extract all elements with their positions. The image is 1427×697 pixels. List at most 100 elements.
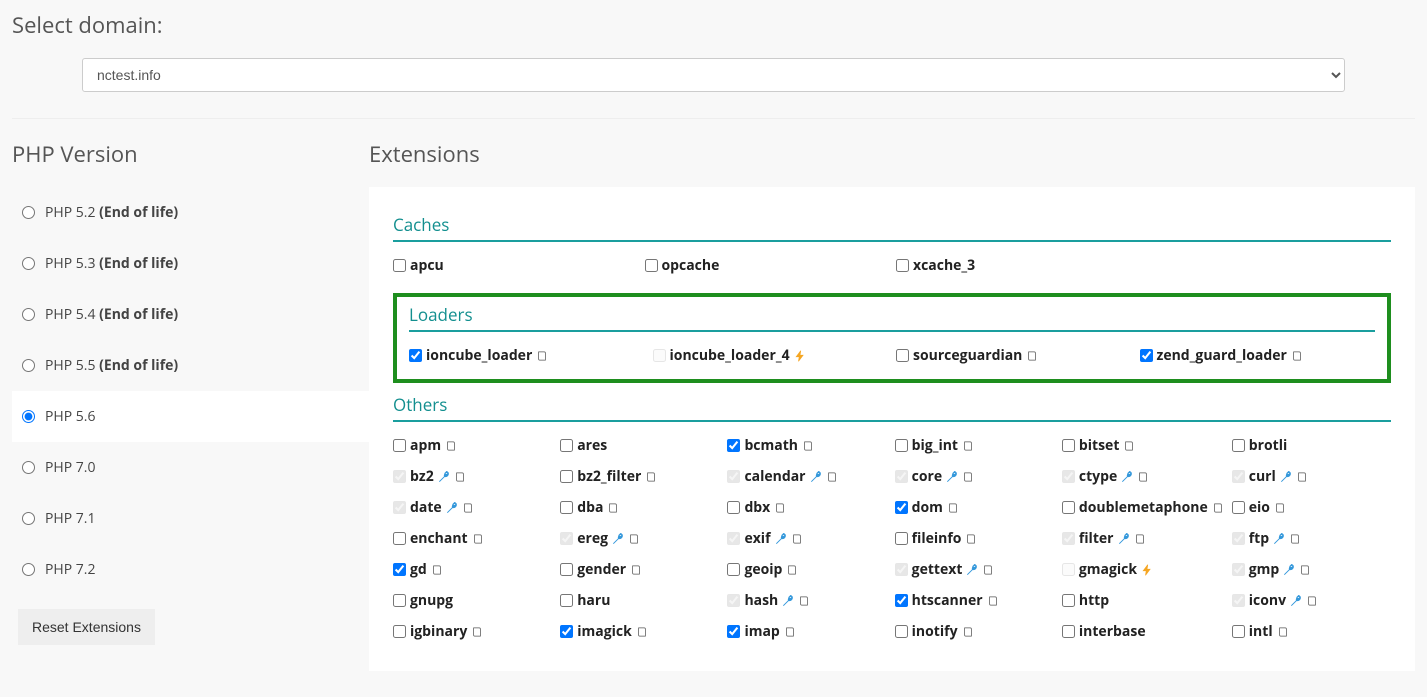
extension-checkbox[interactable] xyxy=(560,563,573,576)
extension-checkbox[interactable] xyxy=(896,259,909,272)
extension-item[interactable]: hash xyxy=(727,591,886,610)
book-icon[interactable] xyxy=(431,564,443,576)
extension-item[interactable]: inotify xyxy=(895,622,1054,641)
book-icon[interactable] xyxy=(471,626,483,638)
book-icon[interactable] xyxy=(630,564,642,576)
book-icon[interactable] xyxy=(454,471,466,483)
extension-checkbox[interactable] xyxy=(393,532,406,545)
book-icon[interactable] xyxy=(462,502,474,514)
extension-item[interactable]: enchant xyxy=(393,529,552,548)
book-icon[interactable] xyxy=(962,471,974,483)
wrench-icon[interactable] xyxy=(782,595,794,607)
book-icon[interactable] xyxy=(1134,533,1146,545)
extension-checkbox[interactable] xyxy=(895,501,908,514)
wrench-icon[interactable] xyxy=(1283,564,1295,576)
extension-checkbox[interactable] xyxy=(1140,349,1153,362)
extension-checkbox[interactable] xyxy=(393,563,406,576)
book-icon[interactable] xyxy=(1026,350,1038,362)
extension-checkbox[interactable] xyxy=(393,625,406,638)
wrench-icon[interactable] xyxy=(1290,595,1302,607)
book-icon[interactable] xyxy=(636,626,648,638)
php-version-radio[interactable] xyxy=(22,359,35,372)
php-version-option[interactable]: PHP 7.1 xyxy=(12,493,369,544)
extension-item[interactable]: big_int xyxy=(895,436,1054,455)
extension-item[interactable]: doublemetaphone xyxy=(1062,498,1224,517)
extension-item[interactable]: brotli xyxy=(1232,436,1391,455)
wrench-icon[interactable] xyxy=(1280,471,1292,483)
wrench-icon[interactable] xyxy=(810,471,822,483)
php-version-radio[interactable] xyxy=(22,563,35,576)
book-icon[interactable] xyxy=(962,626,974,638)
wrench-icon[interactable] xyxy=(775,533,787,545)
extension-item[interactable]: zend_guard_loader xyxy=(1140,346,1376,365)
extension-item[interactable]: dbx xyxy=(727,498,886,517)
extension-item[interactable]: gmagick xyxy=(1062,560,1224,579)
extension-item[interactable]: filter xyxy=(1062,529,1224,548)
extension-item[interactable]: haru xyxy=(560,591,719,610)
reset-extensions-button[interactable]: Reset Extensions xyxy=(18,609,155,645)
extension-item[interactable]: dom xyxy=(895,498,1054,517)
php-version-radio[interactable] xyxy=(22,206,35,219)
extension-item[interactable]: gettext xyxy=(895,560,1054,579)
wrench-icon[interactable] xyxy=(438,471,450,483)
php-version-option[interactable]: PHP 5.2 (End of life) xyxy=(12,187,369,238)
extension-checkbox[interactable] xyxy=(727,563,740,576)
extension-item[interactable]: fileinfo xyxy=(895,529,1054,548)
extension-checkbox[interactable] xyxy=(895,625,908,638)
extension-item[interactable]: http xyxy=(1062,591,1224,610)
extension-checkbox[interactable] xyxy=(560,594,573,607)
book-icon[interactable] xyxy=(802,440,814,452)
wrench-icon[interactable] xyxy=(612,533,624,545)
extension-checkbox[interactable] xyxy=(1062,594,1075,607)
book-icon[interactable] xyxy=(786,564,798,576)
book-icon[interactable] xyxy=(628,533,640,545)
extension-item[interactable]: opcache xyxy=(645,256,889,275)
book-icon[interactable] xyxy=(445,440,457,452)
extension-item[interactable]: iconv xyxy=(1232,591,1391,610)
extension-item[interactable]: igbinary xyxy=(393,622,552,641)
book-icon[interactable] xyxy=(947,502,959,514)
book-icon[interactable] xyxy=(607,502,619,514)
book-icon[interactable] xyxy=(987,595,999,607)
php-version-option[interactable]: PHP 7.0 xyxy=(12,442,369,493)
extension-item[interactable]: gnupg xyxy=(393,591,552,610)
extension-item[interactable]: geoip xyxy=(727,560,886,579)
extension-checkbox[interactable] xyxy=(393,259,406,272)
wrench-icon[interactable] xyxy=(946,471,958,483)
extension-item[interactable]: ares xyxy=(560,436,719,455)
book-icon[interactable] xyxy=(1123,440,1135,452)
php-version-radio[interactable] xyxy=(22,461,35,474)
extension-item[interactable]: ioncube_loader xyxy=(409,346,645,365)
book-icon[interactable] xyxy=(962,440,974,452)
book-icon[interactable] xyxy=(472,533,484,545)
extension-checkbox[interactable] xyxy=(393,439,406,452)
extension-checkbox[interactable] xyxy=(1062,625,1075,638)
php-version-radio[interactable] xyxy=(22,512,35,525)
book-icon[interactable] xyxy=(536,350,548,362)
extension-item[interactable]: bcmath xyxy=(727,436,886,455)
extension-item[interactable]: gender xyxy=(560,560,719,579)
extension-item[interactable]: ereg xyxy=(560,529,719,548)
php-version-option[interactable]: PHP 5.5 (End of life) xyxy=(12,340,369,391)
extension-item[interactable]: bitset xyxy=(1062,436,1224,455)
extension-item[interactable]: calendar xyxy=(727,467,886,486)
extension-item[interactable]: imap xyxy=(727,622,886,641)
book-icon[interactable] xyxy=(1274,502,1286,514)
extension-checkbox[interactable] xyxy=(895,594,908,607)
extension-checkbox[interactable] xyxy=(645,259,658,272)
extension-checkbox[interactable] xyxy=(727,439,740,452)
extension-item[interactable]: intl xyxy=(1232,622,1391,641)
extension-checkbox[interactable] xyxy=(1062,501,1075,514)
extension-item[interactable]: xcache_3 xyxy=(896,256,1140,275)
extension-item[interactable]: imagick xyxy=(560,622,719,641)
extension-item[interactable]: date xyxy=(393,498,552,517)
extension-checkbox[interactable] xyxy=(560,501,573,514)
extension-item[interactable]: ftp xyxy=(1232,529,1391,548)
extension-checkbox[interactable] xyxy=(560,625,573,638)
extension-item[interactable]: apm xyxy=(393,436,552,455)
extension-item[interactable]: dba xyxy=(560,498,719,517)
extension-item[interactable]: htscanner xyxy=(895,591,1054,610)
book-icon[interactable] xyxy=(1296,471,1308,483)
extension-item[interactable]: exif xyxy=(727,529,886,548)
php-version-radio[interactable] xyxy=(22,410,35,423)
